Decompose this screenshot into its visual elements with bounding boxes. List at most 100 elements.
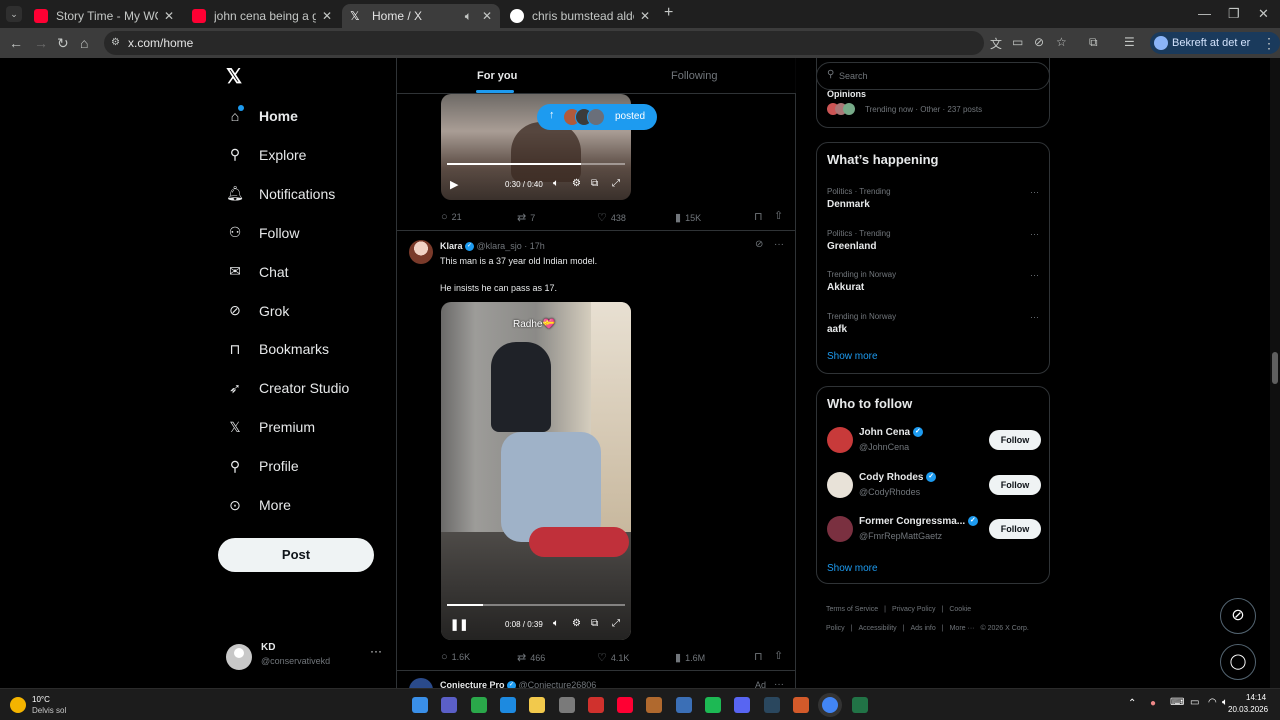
microphone-icon[interactable]: ●: [1150, 698, 1156, 709]
more-icon[interactable]: ···: [1030, 187, 1039, 197]
chrome-icon[interactable]: [822, 697, 839, 713]
share-icon[interactable]: ⇧: [774, 649, 783, 662]
reload-icon[interactable]: ↻: [57, 35, 69, 52]
follow-suggestion[interactable]: John Cena ✓ @JohnCena Follow: [817, 425, 1051, 463]
search-input[interactable]: ⚲ Search: [816, 62, 1050, 90]
messages-float-button[interactable]: ◯: [1220, 644, 1256, 680]
speaker-icon[interactable]: 🔈︎: [465, 9, 472, 24]
author-name[interactable]: Klara: [440, 241, 463, 251]
repost-action[interactable]: ⇄ 466: [517, 651, 545, 664]
app-icon[interactable]: [675, 697, 692, 713]
clock-date[interactable]: 20.03.2026: [1228, 705, 1268, 714]
more-icon[interactable]: ···: [774, 679, 784, 688]
footer-link[interactable]: © 2026 X Corp.: [980, 625, 1028, 632]
close-icon[interactable]: ✕: [322, 9, 332, 23]
trend-item[interactable]: Politics · Trending Denmark ···: [827, 187, 1039, 223]
tab-search-icon[interactable]: ⌄: [6, 6, 22, 22]
home-icon[interactable]: ⌂: [80, 35, 88, 51]
back-icon[interactable]: ←: [9, 35, 23, 51]
footer-link[interactable]: Accessibility: [859, 625, 897, 632]
clock-time[interactable]: 14:14: [1246, 693, 1266, 702]
pause-icon[interactable]: ❚❚: [450, 618, 468, 631]
site-info-icon[interactable]: ⚙︎: [111, 31, 120, 55]
sidebar-item-profile[interactable]: ⚲ Profile: [226, 450, 299, 482]
pip-icon[interactable]: ⧉: [591, 178, 598, 189]
footer-link[interactable]: Privacy Policy: [892, 606, 936, 613]
show-more-link[interactable]: Show more: [827, 351, 878, 362]
new-tab-icon[interactable]: +: [664, 4, 673, 22]
grok-float-button[interactable]: ⊘: [1220, 598, 1256, 634]
bookmark-icon[interactable]: ⊓: [754, 210, 763, 223]
author-name[interactable]: Conjecture Pro: [440, 680, 505, 688]
spotify-icon[interactable]: [705, 697, 721, 713]
youtube-icon[interactable]: [617, 697, 634, 713]
teams-icon[interactable]: [441, 697, 458, 713]
follow-button[interactable]: Follow: [989, 519, 1041, 539]
author-avatar[interactable]: [409, 678, 433, 688]
views-action[interactable]: ▮ 1.6M: [675, 651, 705, 664]
maximize-icon[interactable]: ❐: [1228, 6, 1240, 22]
scrollbar-track[interactable]: [1270, 58, 1280, 688]
account-switcher[interactable]: KD @conservativekd ···: [226, 640, 386, 676]
file-explorer-icon[interactable]: [529, 697, 546, 713]
opera-icon[interactable]: [587, 697, 604, 713]
tab-following[interactable]: Following: [671, 70, 717, 82]
fullscreen-icon[interactable]: ⤢: [612, 178, 620, 189]
scrollbar-thumb[interactable]: [1272, 352, 1278, 384]
sidebar-item-notifications[interactable]: 🔔︎ Notifications: [226, 178, 335, 210]
extensions-icon[interactable]: ⧉: [1089, 35, 1098, 50]
reading-list-icon[interactable]: ☰: [1124, 35, 1135, 49]
grok-icon[interactable]: ⊘: [755, 239, 763, 250]
reply-action[interactable]: ○ 1.6K: [441, 651, 470, 663]
trend-item[interactable]: Politics · Trending Greenland ···: [827, 229, 1039, 265]
post-button[interactable]: Post: [218, 538, 374, 572]
trend-item[interactable]: Trending in Norway aafk ···: [827, 312, 1039, 348]
like-action[interactable]: ♡ 438: [597, 211, 626, 224]
follow-button[interactable]: Follow: [989, 430, 1041, 450]
edge-icon[interactable]: [499, 697, 516, 713]
install-icon[interactable]: ▭: [1012, 35, 1023, 49]
follow-suggestion[interactable]: Former Congressma... ✓ @FmrRepMattGaetz Fo…: [817, 514, 1051, 552]
post-time[interactable]: 17h: [530, 241, 545, 251]
show-more-link[interactable]: Show more: [827, 563, 878, 574]
settings-icon[interactable]: ⚙︎: [572, 178, 581, 189]
translate-icon[interactable]: 文: [990, 35, 1002, 52]
address-bar[interactable]: ⚙︎ x.com/home: [104, 31, 984, 55]
sidebar-item-more[interactable]: ⊙ More: [226, 489, 291, 521]
chevron-up-icon[interactable]: ⌃: [1128, 698, 1136, 709]
more-icon[interactable]: ···: [370, 644, 382, 658]
footer-link[interactable]: Terms of Service: [826, 606, 878, 613]
video-progress-track[interactable]: [447, 163, 625, 165]
trend-item[interactable]: Trending in Norway Akkurat ···: [827, 270, 1039, 306]
app-icon[interactable]: [646, 697, 663, 713]
fullscreen-icon[interactable]: ⤢: [612, 618, 620, 629]
shield-icon[interactable]: [792, 697, 809, 713]
more-icon[interactable]: ···: [774, 239, 784, 250]
star-icon[interactable]: ☆: [1056, 35, 1067, 49]
x-logo[interactable]: 𝕏: [226, 64, 242, 89]
browser-tab[interactable]: john cena being a girl - YouTube ✕: [184, 4, 340, 28]
tab-for-you[interactable]: For you: [477, 70, 517, 82]
more-icon[interactable]: ···: [1030, 270, 1039, 280]
reply-action[interactable]: ○ 21: [441, 211, 462, 223]
author-avatar[interactable]: [409, 240, 433, 264]
trend-name[interactable]: Opinions: [827, 89, 866, 99]
close-icon[interactable]: ✕: [482, 9, 492, 23]
keyboard-icon[interactable]: ⌨: [1170, 697, 1184, 708]
video-player[interactable]: Radhe💝 ❚❚ 0:08 / 0:39 🔈︎ ⚙︎ ⧉ ⤢: [441, 302, 631, 640]
sidebar-item-follow[interactable]: ⚇ Follow: [226, 217, 300, 249]
windows-start-icon[interactable]: [412, 697, 428, 713]
more-icon[interactable]: ···: [1030, 312, 1039, 322]
sidebar-item-premium[interactable]: 𝕏 Premium: [226, 411, 315, 443]
more-icon[interactable]: ···: [1030, 229, 1039, 239]
volume-icon[interactable]: 🔈︎: [553, 618, 559, 629]
new-posts-pill[interactable]: ↑ posted: [537, 104, 657, 130]
browser-tab[interactable]: Story Time - My WORST CYCLE ✕: [26, 4, 182, 28]
browser-tab-active[interactable]: 𝕏 Home / X 🔈︎ ✕: [342, 4, 500, 28]
close-window-icon[interactable]: ✕: [1258, 6, 1269, 22]
close-icon[interactable]: ✕: [164, 9, 174, 23]
sidebar-item-explore[interactable]: ⚲ Explore: [226, 139, 307, 171]
author-handle[interactable]: @Conjecture26806: [519, 680, 597, 688]
steam-icon[interactable]: [763, 697, 780, 713]
video-progress-track[interactable]: [447, 604, 625, 606]
